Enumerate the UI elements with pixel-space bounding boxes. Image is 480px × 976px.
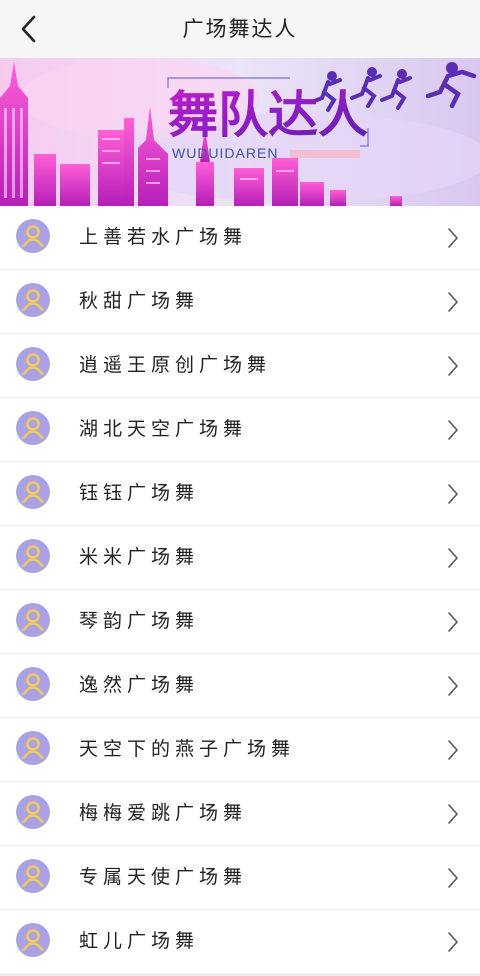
team-name: 梅梅爱跳广场舞 — [79, 802, 248, 824]
team-name: 天空下的燕子广场舞 — [79, 738, 296, 760]
user-avatar-icon — [16, 539, 50, 573]
list-item[interactable]: 上善若水广场舞 — [0, 206, 480, 269]
chevron-right-icon — [448, 548, 458, 568]
list-item[interactable]: 琴韵广场舞 — [0, 590, 480, 653]
list-item[interactable]: 湖北天空广场舞 — [0, 398, 480, 461]
chevron-right-icon — [448, 484, 458, 504]
chevron-right-icon — [448, 676, 458, 696]
user-avatar-icon — [16, 603, 50, 637]
user-avatar-icon — [16, 667, 50, 701]
banner-image: 舞队达人 WUDUIDAREN — [0, 58, 480, 206]
list-item[interactable]: 钰钰广场舞 — [0, 462, 480, 525]
team-name: 秋甜广场舞 — [79, 290, 200, 312]
team-name: 上善若水广场舞 — [79, 226, 248, 248]
user-avatar-icon — [16, 411, 50, 445]
chevron-right-icon — [448, 740, 458, 760]
list-item[interactable]: 秋甜广场舞 — [0, 270, 480, 333]
team-name: 琴韵广场舞 — [79, 610, 200, 632]
list-item[interactable]: 梅梅爱跳广场舞 — [0, 782, 480, 845]
chevron-right-icon — [448, 868, 458, 888]
team-name: 米米广场舞 — [79, 546, 200, 568]
top-bar: 广场舞达人 — [0, 0, 480, 58]
banner-sub-text: WUDUIDAREN — [172, 145, 278, 161]
page-title: 广场舞达人 — [182, 17, 298, 41]
chevron-right-icon — [448, 228, 458, 248]
user-avatar-icon — [16, 731, 50, 765]
team-name: 钰钰广场舞 — [79, 482, 200, 504]
chevron-right-icon — [448, 804, 458, 824]
banner-main-text: 舞队达人 — [168, 87, 368, 143]
user-avatar-icon — [16, 795, 50, 829]
chevron-right-icon — [448, 932, 458, 952]
list-item[interactable]: 逸然广场舞 — [0, 654, 480, 717]
user-avatar-icon — [16, 923, 50, 957]
team-name: 专属天使广场舞 — [79, 866, 248, 888]
user-avatar-icon — [16, 475, 50, 509]
user-avatar-icon — [16, 347, 50, 381]
team-name: 虹儿广场舞 — [79, 930, 200, 952]
list-item[interactable]: 逍遥王原创广场舞 — [0, 334, 480, 397]
chevron-right-icon — [448, 292, 458, 312]
list-item[interactable]: 专属天使广场舞 — [0, 846, 480, 909]
list-item[interactable]: 天空下的燕子广场舞 — [0, 718, 480, 781]
dance-team-list: 上善若水广场舞 秋甜广场舞逍遥王原创广场舞 湖北天空广场舞 钰钰广场舞米米广场舞琴韵广… — [0, 206, 480, 974]
user-avatar-icon — [16, 283, 50, 317]
user-avatar-icon — [16, 219, 50, 253]
team-name: 逸然广场舞 — [79, 674, 200, 696]
list-item[interactable]: 米米广场舞 — [0, 526, 480, 589]
team-name: 湖北天空广场舞 — [79, 418, 248, 440]
user-avatar-icon — [16, 859, 50, 893]
team-name: 逍遥王原创广场舞 — [79, 354, 272, 376]
chevron-right-icon — [448, 420, 458, 440]
list-item[interactable]: 虹儿广场舞 — [0, 910, 480, 973]
chevron-right-icon — [448, 612, 458, 632]
chevron-right-icon — [448, 356, 458, 376]
